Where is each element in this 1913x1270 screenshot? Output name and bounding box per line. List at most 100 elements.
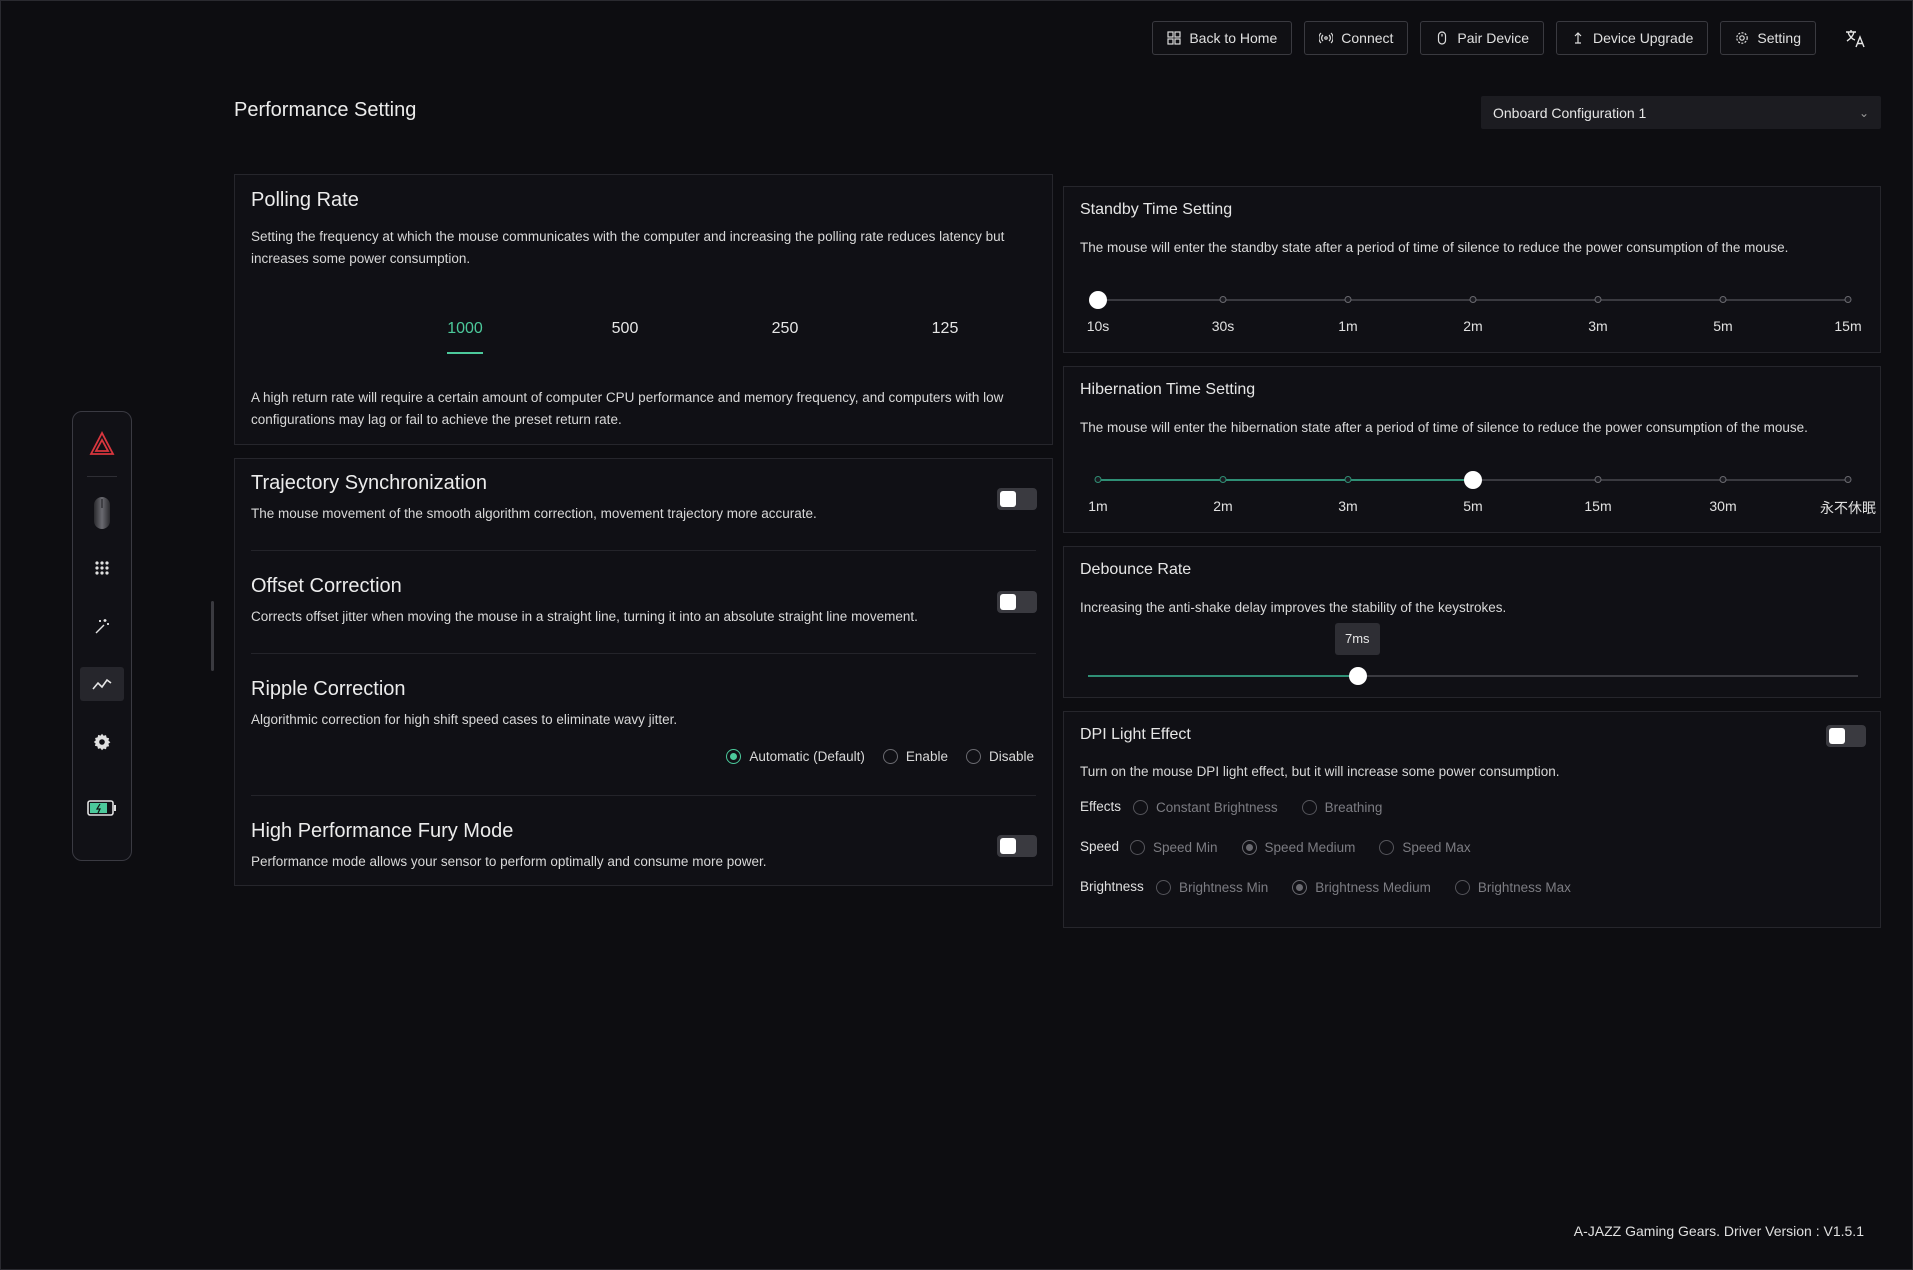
ripple-disable-radio[interactable]: Disable — [965, 749, 1034, 764]
battery-icon — [80, 791, 124, 825]
brightness-medium-radio[interactable]: Brightness Medium — [1292, 880, 1431, 895]
performance-chart-icon[interactable] — [80, 667, 124, 701]
speed-label: Speed — [1080, 839, 1120, 854]
page-title: Performance Setting — [234, 99, 417, 121]
mouse-icon[interactable] — [80, 491, 124, 535]
trajectory-title: Trajectory Synchronization — [251, 472, 488, 494]
slider-tick[interactable] — [1344, 296, 1352, 303]
brightness-medium-label: Brightness Medium — [1315, 880, 1431, 895]
ripple-description: Algorithmic correction for high shift sp… — [251, 712, 678, 727]
debounce-slider[interactable] — [1088, 667, 1858, 685]
dpi-light-title: DPI Light Effect — [1080, 726, 1191, 743]
slider-tick-label: 1m — [1338, 318, 1358, 334]
brightness-max-radio[interactable]: Brightness Max — [1454, 880, 1571, 895]
slider-tick[interactable] — [1719, 476, 1727, 483]
brightness-min-label: Brightness Min — [1179, 880, 1269, 895]
logo-icon[interactable] — [80, 422, 124, 466]
radio-dot — [1379, 840, 1395, 855]
top-toolbar: Back to Home Connect Pair Device Device … — [1152, 21, 1872, 55]
slider-tick-label: 10s — [1086, 318, 1110, 334]
slider-tick[interactable] — [1594, 296, 1602, 303]
dpi-light-panel: DPI Light Effect Turn on the mouse DPI l… — [1063, 711, 1881, 928]
device-upgrade-button[interactable]: Device Upgrade — [1556, 21, 1709, 55]
ripple-options: Automatic (Default) Enable Disable — [726, 749, 1034, 764]
standby-slider[interactable] — [1089, 291, 1852, 309]
slider-tick[interactable] — [1094, 476, 1102, 483]
divider — [251, 653, 1036, 654]
connect-button[interactable]: Connect — [1304, 21, 1409, 55]
setting-button[interactable]: Setting — [1720, 21, 1816, 55]
translate-icon[interactable] — [1838, 21, 1872, 55]
ripple-title: Ripple Correction — [251, 678, 406, 700]
polling-option-250[interactable]: 250 — [705, 320, 865, 338]
speed-options: Speed Min Speed Medium Speed Max — [1130, 840, 1471, 855]
debounce-title: Debounce Rate — [1080, 561, 1192, 578]
dpi-light-toggle[interactable] — [1826, 725, 1866, 747]
hibernation-description: The mouse will enter the hibernation sta… — [1080, 420, 1808, 435]
slider-tick[interactable] — [1719, 296, 1727, 303]
slider-tick-label: 3m — [1338, 498, 1358, 514]
slider-tick-label: 5m — [1713, 318, 1733, 334]
offset-description: Corrects offset jitter when moving the m… — [251, 609, 918, 624]
effect-breathing-label: Breathing — [1324, 800, 1383, 815]
slider-tick[interactable] — [1219, 296, 1227, 303]
ripple-automatic-radio[interactable]: Automatic (Default) — [726, 749, 865, 764]
keypad-grid-icon[interactable] — [80, 551, 124, 585]
slider-knob[interactable] — [1089, 291, 1107, 309]
polling-option-1000[interactable]: 1000 — [385, 320, 545, 338]
sidebar-divider — [87, 476, 117, 477]
pair-device-button[interactable]: Pair Device — [1420, 21, 1545, 55]
slider-tick[interactable] — [1344, 476, 1352, 483]
connect-label: Connect — [1341, 30, 1394, 46]
upload-icon — [1574, 32, 1582, 44]
slider-tick[interactable] — [1469, 296, 1477, 303]
slider-knob[interactable] — [1348, 667, 1367, 685]
standby-panel: Standby Time Setting The mouse will ente… — [1063, 186, 1881, 353]
polling-rate-title: Polling Rate — [251, 189, 359, 211]
brightness-label: Brightness — [1080, 879, 1144, 894]
pair-device-label: Pair Device — [1457, 30, 1530, 46]
slider-tick[interactable] — [1594, 476, 1602, 483]
trajectory-toggle[interactable] — [997, 488, 1037, 510]
onboard-config-select[interactable]: Onboard Configuration 1 ⌄ — [1481, 96, 1881, 129]
polling-option-125[interactable]: 125 — [865, 320, 1025, 338]
device-upgrade-label: Device Upgrade — [1593, 30, 1694, 46]
effect-constant-label: Constant Brightness — [1156, 800, 1278, 815]
ripple-enable-radio[interactable]: Enable — [882, 749, 948, 764]
speed-max-label: Speed Max — [1402, 840, 1471, 855]
radio-dot — [882, 749, 898, 764]
slider-tick[interactable] — [1219, 476, 1227, 483]
speed-min-radio[interactable]: Speed Min — [1130, 840, 1218, 855]
brightness-max-label: Brightness Max — [1477, 880, 1571, 895]
slider-tick-label: 1m — [1088, 498, 1108, 514]
standby-title: Standby Time Setting — [1080, 201, 1233, 218]
slider-tick[interactable] — [1844, 296, 1852, 303]
gear-icon — [1736, 32, 1749, 44]
fury-mode-toggle[interactable] — [997, 835, 1037, 857]
fury-mode-title: High Performance Fury Mode — [251, 820, 514, 842]
slider-knob[interactable] — [1464, 471, 1482, 489]
debounce-panel: Debounce Rate Increasing the anti-shake … — [1063, 546, 1881, 698]
divider — [251, 795, 1036, 796]
mouse-outline-icon — [1438, 31, 1447, 45]
radio-dot — [1292, 880, 1308, 895]
polling-option-500[interactable]: 500 — [545, 320, 705, 338]
brightness-options: Brightness Min Brightness Medium Brightn… — [1156, 880, 1571, 895]
speed-medium-radio[interactable]: Speed Medium — [1241, 840, 1355, 855]
back-to-home-button[interactable]: Back to Home — [1152, 21, 1293, 55]
offset-toggle[interactable] — [997, 591, 1037, 613]
standby-description: The mouse will enter the standby state a… — [1080, 240, 1789, 255]
debounce-value-tooltip: 7ms — [1335, 623, 1380, 655]
speed-max-radio[interactable]: Speed Max — [1379, 840, 1471, 855]
slider-tick[interactable] — [1844, 476, 1852, 483]
gear-icon[interactable] — [80, 725, 124, 759]
slider-tick-label: 30m — [1709, 498, 1737, 514]
brightness-min-radio[interactable]: Brightness Min — [1156, 880, 1268, 895]
dpi-light-description: Turn on the mouse DPI light effect, but … — [1080, 764, 1560, 779]
effect-constant-radio[interactable]: Constant Brightness — [1133, 800, 1278, 815]
hibernation-slider[interactable] — [1094, 471, 1852, 489]
effect-breathing-radio[interactable]: Breathing — [1301, 800, 1383, 815]
magic-wand-icon[interactable] — [80, 609, 124, 643]
scroll-handle[interactable] — [211, 601, 214, 671]
polling-rate-options: 1000 500 250 125 — [385, 320, 1025, 338]
